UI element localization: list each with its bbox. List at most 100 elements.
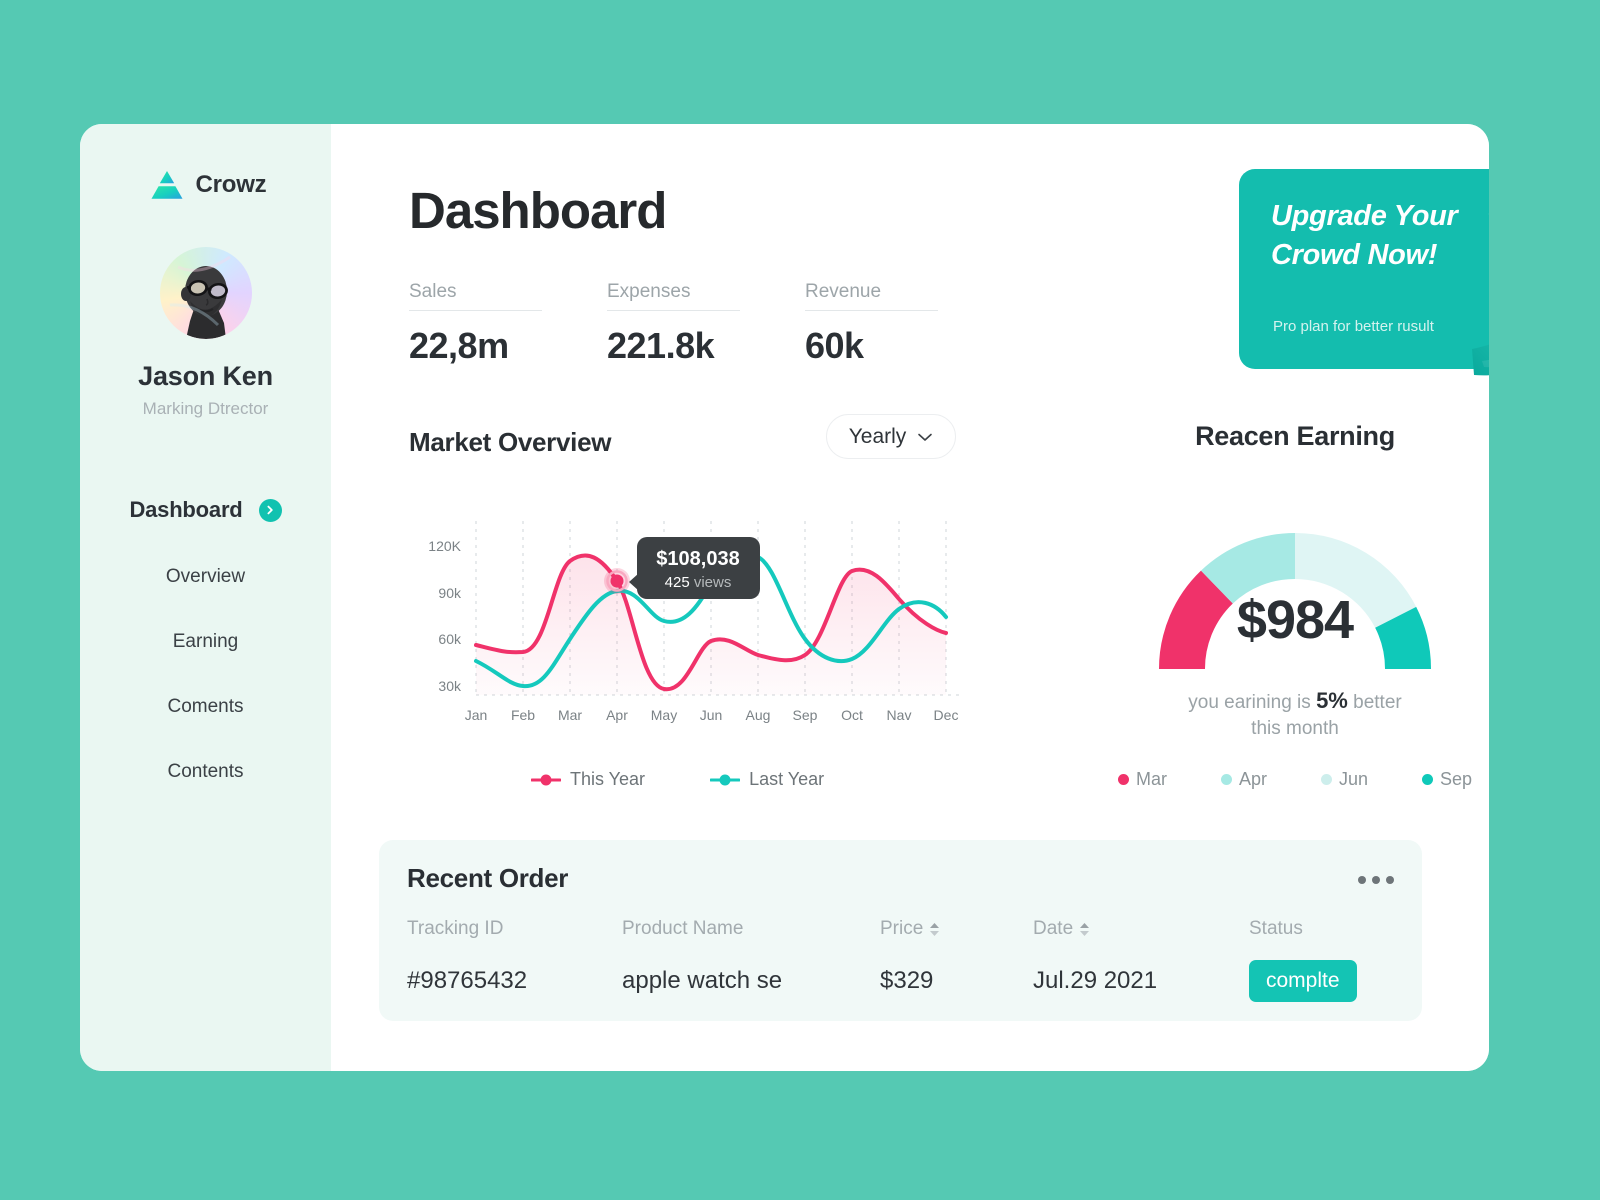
gauge-title: Reacen Earning xyxy=(1195,421,1395,451)
table-header: Tracking ID Product Name Price Date Stat… xyxy=(407,918,1394,960)
sidebar-item-coments[interactable]: Coments xyxy=(167,696,243,718)
cell-product-name: apple watch se xyxy=(622,967,783,994)
cell-price: $329 xyxy=(880,967,934,994)
kpi-label: Sales xyxy=(409,281,542,311)
gauge-legend-label: Mar xyxy=(1136,769,1167,789)
banner-title: Upgrade Your Crowd Now! xyxy=(1271,197,1489,275)
column-header-status: Status xyxy=(1249,918,1394,960)
legend-item-this-year[interactable]: This Year xyxy=(531,769,645,790)
legend-dot-icon xyxy=(1118,774,1129,785)
app-window: Crowz Jason Ken Marking Dtrector Dashboa… xyxy=(80,124,1489,1071)
svg-text:120K: 120K xyxy=(428,538,461,554)
column-label: Price xyxy=(880,918,924,939)
triangle-logo-icon xyxy=(150,170,184,200)
gauge-legend-label: Jun xyxy=(1338,769,1368,789)
gauge-legend-item-sep[interactable]: Sep xyxy=(1421,769,1472,790)
period-dropdown-value: Yearly xyxy=(848,424,907,448)
brand-name: Crowz xyxy=(195,171,267,198)
gauge-value: $984 xyxy=(1236,590,1354,650)
kpi-value: 60k xyxy=(805,325,864,366)
banner-card[interactable]: Upgrade Your Crowd Now! Pro plan for bet… xyxy=(1239,169,1489,369)
svg-text:Sep: Sep xyxy=(793,707,818,723)
legend-label: Last Year xyxy=(749,769,825,789)
legend-dot-icon xyxy=(1320,774,1332,785)
column-label: Tracking ID xyxy=(407,918,504,939)
svg-text:Mar: Mar xyxy=(558,707,582,723)
svg-text:Jan: Jan xyxy=(465,707,488,723)
banner-title-line2: Crowd Now! xyxy=(1271,239,1438,272)
svg-text:Jun: Jun xyxy=(700,707,723,723)
table-body: #98765432 apple watch se $329 Jul.29 202… xyxy=(407,960,1394,1002)
chart-legend: This Year Last Year xyxy=(531,769,824,790)
svg-text:May: May xyxy=(651,707,677,723)
column-header-tracking-id: Tracking ID xyxy=(407,918,622,960)
column-label: Product Name xyxy=(622,918,744,939)
svg-text:425 views: 425 views xyxy=(665,574,732,591)
recent-order-panel: Recent Order Tracking ID Product Name Pr… xyxy=(379,840,1422,1021)
svg-text:Nav: Nav xyxy=(887,707,912,723)
gauge-legend: Mar Apr Jun Sep xyxy=(1110,769,1480,790)
gauge-legend-item-apr[interactable]: Apr xyxy=(1220,769,1267,790)
more-horizontal-icon[interactable] xyxy=(1358,876,1394,884)
user-avatar xyxy=(169,255,231,339)
sidebar-item-contents[interactable]: Contents xyxy=(167,761,243,783)
chevron-right-icon[interactable] xyxy=(258,498,282,522)
gauge-legend-item-jun[interactable]: Jun xyxy=(1320,769,1368,790)
kpi-row: Sales 22,8m Expenses 221.8k Revenue 60k xyxy=(409,281,1003,367)
legend-marker-icon xyxy=(531,774,561,785)
kpi-value: 22,8m xyxy=(409,325,509,366)
cell-date: Jul.29 2021 xyxy=(1033,967,1158,994)
svg-text:30k: 30k xyxy=(438,678,462,694)
sidebar: Crowz Jason Ken Marking Dtrector Dashboa… xyxy=(80,124,331,1071)
sidebar-nav: Dashboard Overview Earning Coments Conte… xyxy=(80,497,331,783)
cell-status: complte xyxy=(1249,960,1394,1002)
column-header-product-name: Product Name xyxy=(622,918,880,960)
table-row[interactable]: #98765432 apple watch se $329 Jul.29 202… xyxy=(407,960,1394,1002)
period-dropdown[interactable]: Yearly xyxy=(826,414,956,459)
kpi-revenue: Revenue 60k xyxy=(805,281,1003,367)
gauge-caption-suffix: better xyxy=(1347,692,1402,713)
svg-text:Apr: Apr xyxy=(606,707,628,723)
column-header-date[interactable]: Date xyxy=(1033,918,1249,960)
svg-text:$108,038: $108,038 xyxy=(656,548,739,570)
kpi-value: 221.8k xyxy=(607,325,715,366)
gauge-caption-line2: this month xyxy=(1251,717,1339,739)
user-name: Jason Ken xyxy=(138,361,273,391)
column-label: Date xyxy=(1033,918,1074,939)
sort-icon[interactable] xyxy=(929,922,940,937)
chart-y-axis-labels: 120K 90k 60k 30k xyxy=(428,538,462,694)
chevron-down-icon xyxy=(917,432,933,442)
status-badge[interactable]: complte xyxy=(1249,960,1357,1002)
brand[interactable]: Crowz xyxy=(150,170,267,200)
avatar[interactable] xyxy=(159,247,252,339)
column-header-price[interactable]: Price xyxy=(880,918,1033,960)
chart-highlight-point xyxy=(604,568,630,594)
svg-text:60k: 60k xyxy=(438,631,462,647)
legend-label: This Year xyxy=(570,769,646,789)
gauge-legend-label: Sep xyxy=(1439,769,1472,789)
gauge-legend-item-mar[interactable]: Mar xyxy=(1118,769,1167,790)
kpi-sales: Sales 22,8m xyxy=(409,281,607,367)
kpi-label: Expenses xyxy=(607,281,740,311)
sidebar-item-earning[interactable]: Earning xyxy=(173,631,239,653)
chart-tooltip: $108,038 425 views xyxy=(629,537,760,599)
svg-text:Oct: Oct xyxy=(841,707,863,723)
svg-text:Feb: Feb xyxy=(511,707,535,723)
upgrade-banner[interactable]: Upgrade Your Crowd Now! Pro plan for bet… xyxy=(1229,169,1489,389)
gauge-caption: you earining is 5% better this month xyxy=(1110,686,1480,741)
market-overview-title: Market Overview xyxy=(409,427,612,457)
banner-subtitle: Pro plan for better rusult xyxy=(1273,318,1434,335)
legend-dot-icon xyxy=(1421,774,1433,785)
gauge-caption-highlight: 5% xyxy=(1316,688,1348,713)
sidebar-item-overview[interactable]: Overview xyxy=(166,566,245,588)
sort-icon[interactable] xyxy=(1079,922,1090,937)
market-overview-chart[interactable]: 120K 90k 60k 30k Jan Feb Mar Apr May Jun… xyxy=(401,499,1001,759)
earning-gauge-chart[interactable] xyxy=(1115,484,1475,684)
svg-text:90k: 90k xyxy=(438,585,462,601)
legend-marker-icon xyxy=(710,774,741,785)
table-header-row: Tracking ID Product Name Price Date Stat… xyxy=(407,918,1394,960)
banner-title-line1: Upgrade Your xyxy=(1271,200,1458,232)
legend-item-last-year[interactable]: Last Year xyxy=(710,769,824,790)
main-content: Dashboard Sales 22,8m Expenses 221.8k Re… xyxy=(331,124,1489,1071)
sidebar-item-dashboard[interactable]: Dashboard xyxy=(129,497,282,523)
